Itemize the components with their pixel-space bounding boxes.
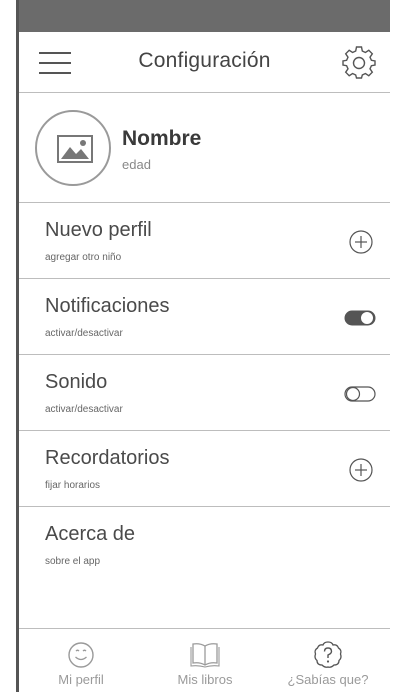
tab-label: Mi perfil xyxy=(58,672,104,687)
sound-toggle[interactable] xyxy=(344,385,376,403)
profile-name: Nombre xyxy=(122,127,202,150)
settings-item-label: Notificaciones xyxy=(45,295,170,317)
bottom-tab-bar: Mi perfil Mis libros ¿Sabías que? xyxy=(19,628,390,692)
device-frame-right xyxy=(390,0,396,692)
tab-label: Mis libros xyxy=(177,672,233,687)
smiley-face-icon xyxy=(68,642,94,668)
settings-item-sublabel: activar/desactivar xyxy=(45,404,123,415)
settings-item-notifications[interactable]: Notificaciones activar/desactivar xyxy=(19,279,390,355)
settings-item-reminders[interactable]: Recordatorios fijar horarios xyxy=(19,431,390,507)
avatar[interactable] xyxy=(35,110,111,186)
settings-item-new-profile[interactable]: Nuevo perfil agregar otro niño xyxy=(19,203,390,279)
settings-item-label: Recordatorios xyxy=(45,447,170,469)
settings-item-about[interactable]: Acerca de sobre el app xyxy=(19,507,390,625)
settings-item-sublabel: agregar otro niño xyxy=(45,252,122,263)
settings-item-label: Nuevo perfil xyxy=(45,219,152,241)
tab-my-profile[interactable]: Mi perfil xyxy=(19,629,143,692)
settings-item-sublabel: sobre el app xyxy=(45,556,101,567)
page-title: Configuración xyxy=(138,49,271,72)
profile-section[interactable]: Nombre edad xyxy=(19,93,390,203)
settings-item-label: Sonido xyxy=(45,371,108,393)
profile-age: edad xyxy=(122,157,151,172)
tab-did-you-know[interactable]: ¿Sabías que? xyxy=(266,629,390,692)
device-frame-left xyxy=(0,0,19,692)
add-circle-icon[interactable] xyxy=(348,457,374,483)
gear-icon[interactable] xyxy=(342,46,376,80)
image-placeholder-icon xyxy=(57,135,93,163)
question-bubble-icon xyxy=(314,641,342,668)
status-bar xyxy=(19,0,390,32)
settings-screen: Configuración Nombre edad Nuevo perfil a… xyxy=(19,0,390,692)
open-book-icon xyxy=(190,643,220,668)
tab-label: ¿Sabías que? xyxy=(287,672,369,687)
settings-item-sublabel: fijar horarios xyxy=(45,480,101,491)
settings-item-sound[interactable]: Sonido activar/desactivar xyxy=(19,355,390,431)
notifications-toggle[interactable] xyxy=(344,309,376,327)
add-circle-icon[interactable] xyxy=(348,229,374,255)
tab-my-books[interactable]: Mis libros xyxy=(143,629,267,692)
settings-item-label: Acerca de xyxy=(45,523,136,545)
app-header: Configuración xyxy=(19,32,390,93)
settings-item-sublabel: activar/desactivar xyxy=(45,328,123,339)
